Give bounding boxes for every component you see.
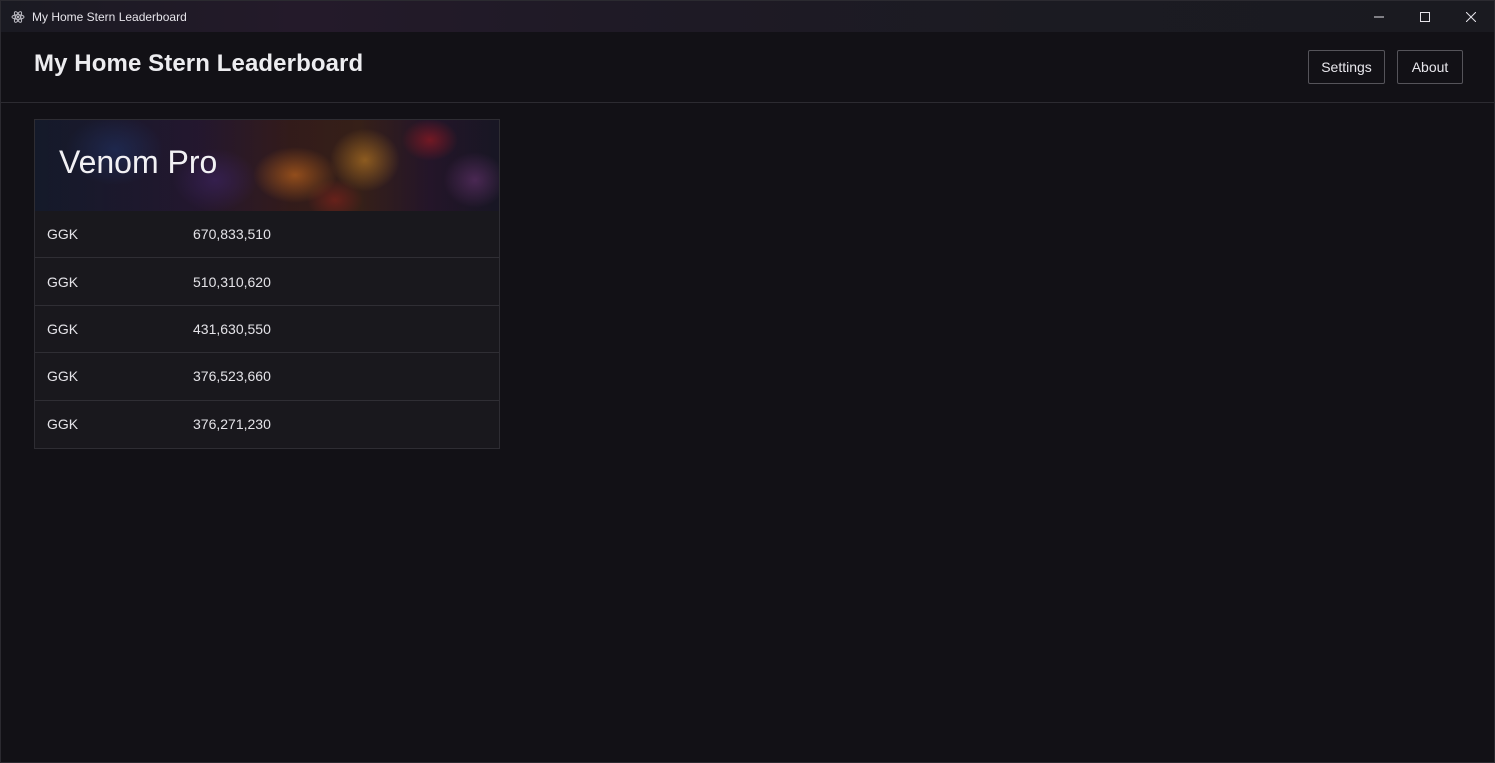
app-window: My Home Stern Leaderboard My Home Stern	[0, 0, 1495, 763]
window-title: My Home Stern Leaderboard	[32, 9, 187, 24]
close-icon	[1466, 11, 1476, 22]
maximize-icon	[1420, 11, 1430, 22]
machine-banner-image: Venom Pro	[35, 120, 499, 211]
score-value: 376,523,660	[193, 368, 271, 385]
electron-atom-icon	[11, 10, 25, 24]
title-bar[interactable]: My Home Stern Leaderboard	[1, 1, 1494, 32]
minimize-button[interactable]	[1356, 1, 1402, 32]
machine-name: Venom Pro	[59, 144, 218, 180]
score-row: GGK 431,630,550	[35, 306, 499, 354]
page-title: My Home Stern Leaderboard	[34, 50, 364, 77]
score-value: 376,271,230	[193, 416, 271, 433]
score-value: 670,833,510	[193, 226, 271, 243]
score-value: 431,630,550	[193, 320, 271, 337]
score-row: GGK 376,271,230	[35, 401, 499, 448]
score-initials: GGK	[47, 226, 79, 243]
window-controls	[1356, 1, 1494, 32]
score-row: GGK 670,833,510	[35, 211, 499, 259]
score-value: 510,310,620	[193, 273, 271, 290]
settings-button[interactable]: Settings	[1308, 50, 1385, 84]
score-initials: GGK	[47, 416, 79, 433]
machine-card: Venom Pro GGK 670,833,510 GGK 510,310,62…	[34, 119, 500, 449]
about-button[interactable]: About	[1397, 50, 1463, 84]
close-button[interactable]	[1448, 1, 1494, 32]
minimize-icon	[1374, 16, 1384, 17]
score-row: GGK 510,310,620	[35, 258, 499, 306]
score-initials: GGK	[47, 320, 79, 337]
score-initials: GGK	[47, 368, 79, 385]
maximize-button[interactable]	[1402, 1, 1448, 32]
score-initials: GGK	[47, 273, 79, 290]
app-header: My Home Stern Leaderboard Settings About	[1, 32, 1494, 103]
score-row: GGK 376,523,660	[35, 353, 499, 401]
score-list: GGK 670,833,510 GGK 510,310,620 GGK 431,…	[35, 211, 499, 448]
